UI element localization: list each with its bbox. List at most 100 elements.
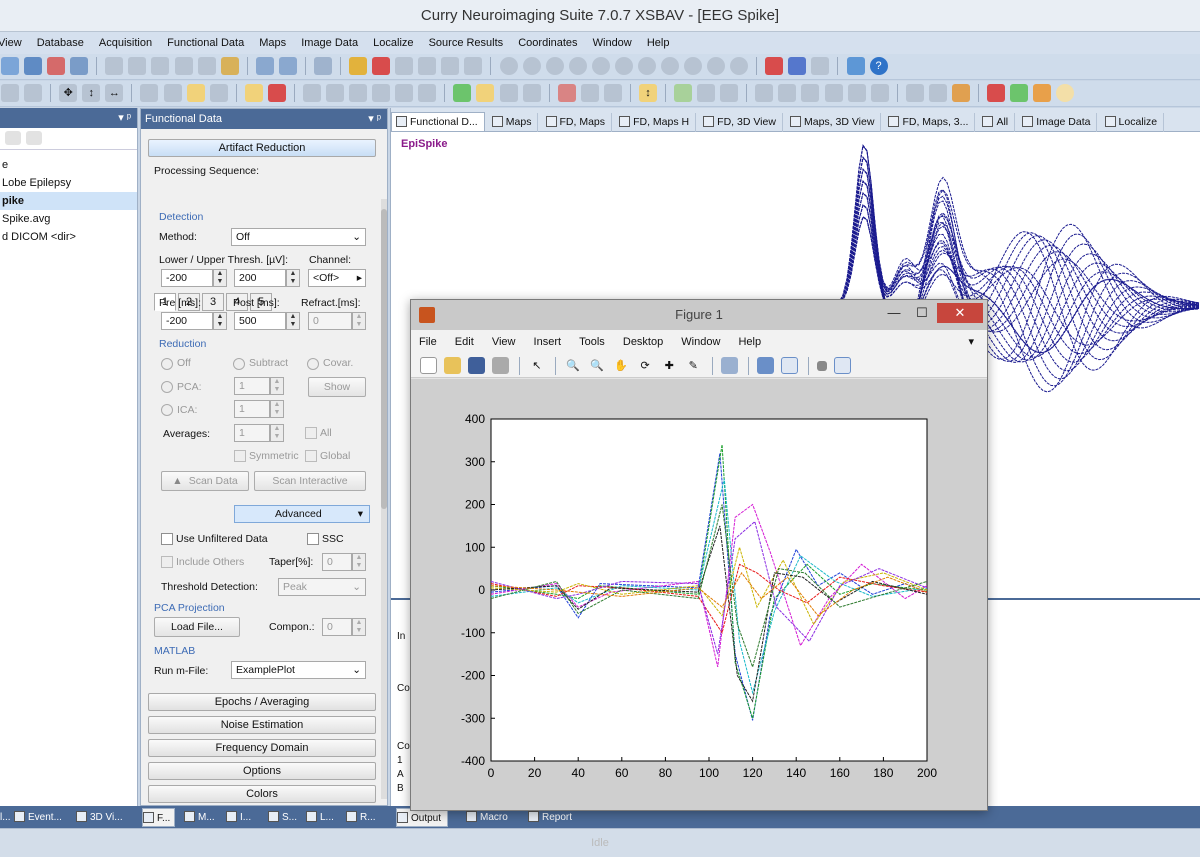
averages-spinner[interactable]: ▲ ▼ [270, 424, 284, 442]
tab-image-data[interactable]: Image Data [1018, 113, 1098, 132]
refract-input[interactable]: 0 [308, 312, 352, 330]
head-icon[interactable] [464, 57, 483, 75]
cursor-highlight-icon[interactable] [244, 84, 263, 102]
upper-thresh-input[interactable]: 200 [234, 269, 286, 287]
head-color-icon[interactable] [951, 84, 970, 102]
marker-red-icon[interactable] [372, 57, 391, 75]
trace-5-icon[interactable] [395, 84, 414, 102]
menu-help[interactable]: Help [643, 32, 678, 54]
fig-menu-desktop[interactable]: Desktop [615, 330, 670, 354]
artifact-reduction-button[interactable]: Artifact Reduction [148, 139, 376, 157]
off-radio[interactable] [161, 358, 173, 370]
palette-orange-icon[interactable] [1033, 84, 1052, 102]
tab-fd-maps-h[interactable]: FD, Maps H [615, 113, 697, 132]
use-unfiltered-checkbox[interactable] [161, 533, 173, 545]
palette-green-icon[interactable] [1010, 84, 1029, 102]
fig-menu-tools[interactable]: Tools [571, 330, 612, 354]
cursor-multi-icon[interactable] [163, 84, 182, 102]
pre-input[interactable]: -200 [161, 312, 213, 330]
tab-localize[interactable]: Localize [1101, 113, 1165, 132]
cut-icon[interactable] [105, 57, 124, 75]
palette-face-icon[interactable] [1056, 84, 1075, 102]
tab-all[interactable]: All [978, 113, 1016, 132]
symmetric-checkbox[interactable] [234, 450, 246, 462]
covar-radio[interactable] [307, 358, 319, 370]
post-input[interactable]: 500 [234, 312, 286, 330]
shape-2-icon[interactable] [778, 84, 797, 102]
copy-icon[interactable] [128, 57, 147, 75]
tab-maps[interactable]: Maps [488, 113, 539, 132]
figure-titlebar[interactable]: Figure 1 — ☐ ✕ [411, 300, 987, 330]
method-select[interactable]: Off ⌄ [231, 228, 366, 246]
maximize-icon[interactable]: ☐ [909, 303, 935, 323]
fig-menu-help[interactable]: Help [730, 330, 768, 354]
arc-1-icon[interactable] [674, 84, 693, 102]
advanced-select[interactable]: Advanced ▾ [234, 505, 370, 523]
trace-2-icon[interactable] [326, 84, 344, 102]
marker-icon[interactable] [349, 57, 368, 75]
lines-mode-icon[interactable] [522, 84, 541, 102]
channel-red-icon[interactable] [557, 84, 576, 102]
load-file-button[interactable]: Load File... [154, 617, 240, 637]
channel-x-icon[interactable] [603, 84, 622, 102]
tab-fd-maps[interactable]: FD, Maps [542, 113, 613, 132]
head-view-11-icon[interactable] [730, 57, 749, 75]
pointer-icon[interactable]: ↖ [528, 357, 545, 374]
pencil-icon[interactable] [395, 57, 414, 75]
save-figure-icon[interactable] [468, 357, 486, 374]
fig-menu-edit[interactable]: Edit [447, 330, 481, 354]
tree-item[interactable]: e [0, 156, 137, 174]
tree-item[interactable]: Spike.avg [0, 210, 137, 228]
shape-8-icon[interactable] [928, 84, 947, 102]
upper-thresh-spinner[interactable]: ▲ ▼ [286, 269, 300, 287]
fd-scroll-thumb[interactable] [381, 209, 387, 509]
menu-image-data[interactable]: Image Data [297, 32, 366, 54]
trace-6-icon[interactable] [418, 84, 437, 102]
head-view-3-icon[interactable] [545, 57, 564, 75]
tab-localize-short[interactable]: L... [306, 808, 334, 827]
fig-menu-insert[interactable]: Insert [526, 330, 569, 354]
taper-input[interactable]: 0 [322, 553, 352, 571]
trace-4-icon[interactable] [372, 84, 391, 102]
clipboard-icon[interactable] [220, 57, 239, 75]
fig-menu-view[interactable]: View [484, 330, 523, 354]
move-icon[interactable]: ✥ [59, 84, 78, 102]
lower-thresh-spinner[interactable]: ▲ ▼ [213, 269, 227, 287]
pin-gray-icon[interactable] [811, 57, 830, 75]
global-checkbox[interactable] [305, 450, 317, 462]
tab-image-short[interactable]: I... [226, 808, 251, 827]
layout-icon[interactable] [24, 84, 43, 102]
tab-3d-view[interactable]: 3D Vi... [76, 808, 123, 827]
zoom-out-icon[interactable]: 🔍 [589, 357, 606, 374]
pan-icon[interactable]: ✋ [613, 357, 630, 374]
subtract-radio[interactable] [233, 358, 245, 370]
grid-cursor-icon[interactable] [186, 84, 205, 102]
minimize-icon[interactable]: — [881, 303, 907, 323]
scan-interactive-button[interactable]: Scan Interactive [254, 471, 366, 491]
fig-menu-file[interactable]: File [411, 330, 444, 354]
channel-select[interactable]: <Off> ▸ [308, 269, 366, 287]
lower-thresh-input[interactable]: -200 [161, 269, 213, 287]
open-file-icon[interactable] [444, 357, 462, 374]
frequency-domain-button[interactable]: Frequency Domain [148, 739, 376, 757]
tab-functional-data[interactable]: Functional D... [391, 112, 485, 131]
filter-icon[interactable] [441, 57, 460, 75]
network-icon[interactable] [846, 57, 865, 75]
run-mfile-select[interactable]: ExamplePlot ⌄ [231, 661, 366, 679]
panel-menu-icon[interactable]: ▾ ᵖ [118, 108, 131, 128]
shape-5-icon[interactable] [847, 84, 866, 102]
options-button[interactable]: Options [148, 762, 376, 780]
print-icon[interactable] [197, 57, 216, 75]
arc-2-icon[interactable] [697, 84, 716, 102]
head-view-10-icon[interactable] [707, 57, 726, 75]
menu-source-results[interactable]: Source Results [425, 32, 512, 54]
print-figure-icon[interactable] [492, 357, 510, 374]
legend-icon[interactable] [781, 357, 799, 374]
head-view-7-icon[interactable] [637, 57, 656, 75]
all-checkbox[interactable] [305, 427, 317, 439]
refresh-icon[interactable] [313, 57, 332, 75]
ica-radio[interactable] [161, 404, 173, 416]
pre-spinner[interactable]: ▲ ▼ [213, 312, 227, 330]
head-view-4-icon[interactable] [568, 57, 587, 75]
head-view-9-icon[interactable] [684, 57, 702, 75]
